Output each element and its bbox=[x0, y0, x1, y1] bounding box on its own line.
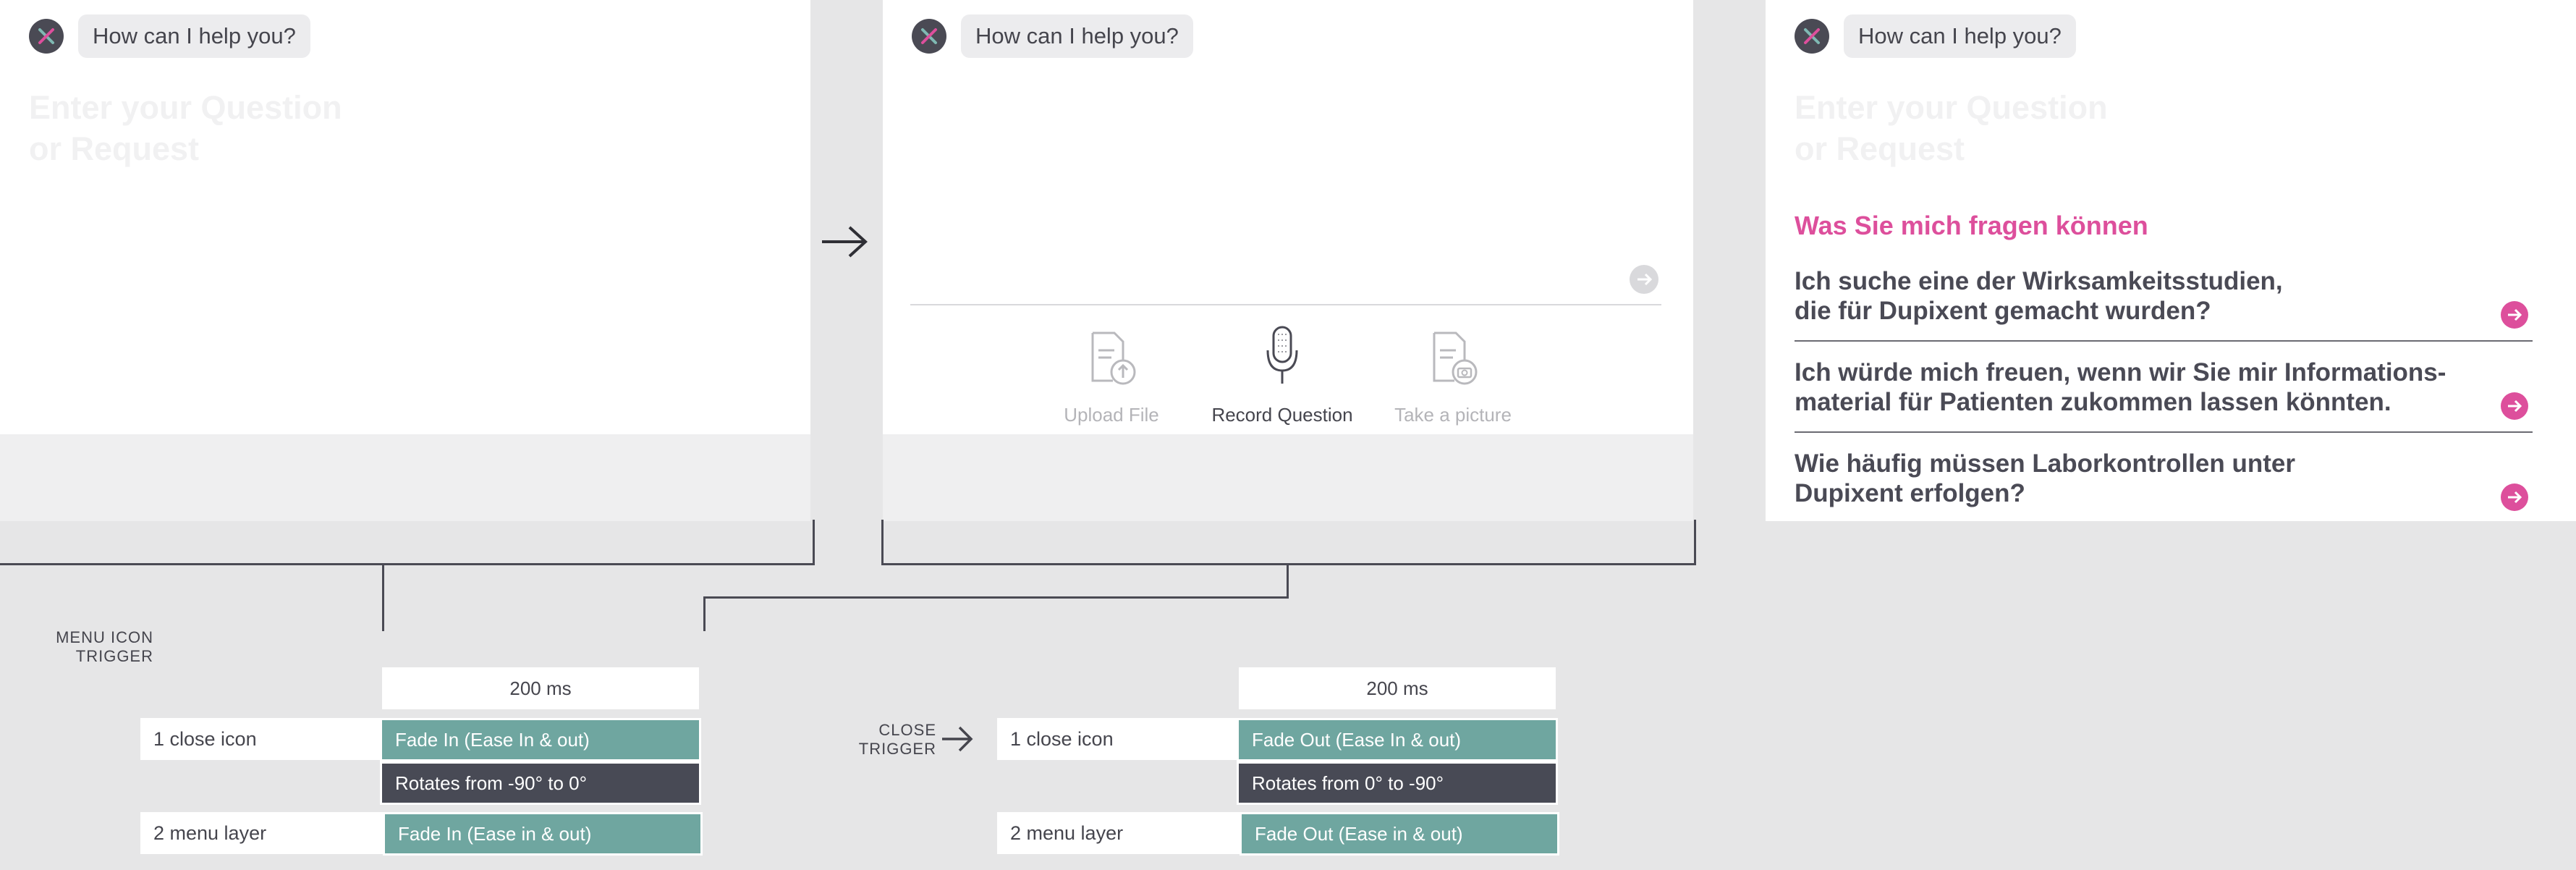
record-question-label: Record Question bbox=[1211, 404, 1353, 426]
panel-suggestions-state bbox=[1766, 0, 2576, 521]
suggestions-heading: Was Sie mich fragen können bbox=[1795, 211, 2148, 240]
placeholder-line-2: or Request bbox=[1795, 130, 1965, 167]
arrow-right-icon bbox=[2508, 308, 2522, 321]
bracket-panel-2-left bbox=[881, 520, 884, 565]
suggestion-line: Ich würde mich freuen, wenn wir Sie mir … bbox=[1795, 358, 2446, 387]
suggestion-line: material für Patienten zukommen lassen k… bbox=[1795, 388, 2391, 416]
suggestion-item[interactable]: Ich würde mich freuen, wenn wir Sie mir … bbox=[1795, 358, 2533, 417]
assistant-logo-icon[interactable] bbox=[29, 19, 64, 54]
record-question-button[interactable]: Record Question bbox=[1210, 324, 1355, 426]
greeting-bubble: How can I help you? bbox=[1844, 14, 2076, 58]
fade-out-bar: Fade Out (Ease In & out) bbox=[1237, 718, 1558, 761]
upload-file-icon bbox=[1091, 331, 1136, 385]
arrow-right-icon bbox=[2508, 400, 2522, 413]
menu-icon-trigger-label: MENU ICON TRIGGER bbox=[43, 628, 153, 666]
fade-out-bar: Fade Out (Ease in & out) bbox=[1240, 812, 1559, 856]
greeting-bubble: How can I help you? bbox=[961, 14, 1193, 58]
trigger-line: CLOSE bbox=[878, 721, 936, 739]
bracket-panel-2-right bbox=[1694, 520, 1696, 565]
bracket-panel-1 bbox=[0, 563, 815, 565]
panel-input-footer bbox=[883, 434, 1693, 521]
upload-file-button[interactable]: Upload File bbox=[1039, 324, 1184, 426]
assistant-logo-icon[interactable] bbox=[1795, 19, 1829, 54]
placeholder-line-1: Enter your Question bbox=[29, 89, 342, 126]
connector-horizontal bbox=[703, 596, 1289, 599]
upload-file-label: Upload File bbox=[1064, 404, 1159, 426]
greeting-bubble: How can I help you? bbox=[78, 14, 310, 58]
rotate-bar: Rotates from 0° to -90° bbox=[1237, 761, 1558, 805]
placeholder-line-2: or Request bbox=[29, 130, 200, 167]
suggestion-line: Ich suche eine der Wirksamkeitsstudien, bbox=[1795, 267, 2283, 295]
transition-arrow-icon bbox=[822, 226, 868, 258]
row-label-close-icon: 1 close icon bbox=[997, 718, 1239, 760]
take-picture-label: Take a picture bbox=[1394, 404, 1512, 426]
suggestion-divider bbox=[1795, 431, 2533, 433]
arrow-right-icon bbox=[2508, 491, 2522, 504]
rotate-bar: Rotates from -90° to 0° bbox=[380, 761, 701, 805]
send-button[interactable] bbox=[1630, 265, 1658, 294]
suggestion-line: Dupixent erfolgen? bbox=[1795, 479, 2025, 507]
fade-in-bar: Fade In (Ease In & out) bbox=[380, 718, 701, 761]
fade-in-bar: Fade In (Ease in & out) bbox=[383, 812, 703, 856]
arrow-right-icon bbox=[1637, 273, 1653, 286]
row-label-close-icon: 1 close icon bbox=[140, 718, 382, 760]
input-divider bbox=[910, 304, 1661, 305]
trigger-arrow-icon bbox=[942, 726, 973, 752]
microphone-icon bbox=[1266, 326, 1298, 384]
panel-open-state bbox=[0, 0, 810, 434]
camera-file-icon bbox=[1433, 331, 1478, 385]
suggestion-arrow-button[interactable] bbox=[2501, 483, 2528, 511]
suggestion-item[interactable]: Ich suche eine der Wirksamkeitsstudien, … bbox=[1795, 266, 2533, 326]
placeholder-line-1: Enter your Question bbox=[1795, 89, 2108, 126]
bracket-panel-1-right bbox=[813, 520, 815, 565]
question-input[interactable]: Enter your Question or Request bbox=[29, 87, 342, 169]
question-input[interactable]: Enter your Question or Request bbox=[1795, 87, 2108, 169]
row-label-menu-layer: 2 menu layer bbox=[997, 812, 1243, 854]
take-picture-button[interactable]: Take a picture bbox=[1381, 324, 1525, 426]
suggestion-arrow-button[interactable] bbox=[2501, 301, 2528, 329]
suggestion-line: Wie häufig müssen Laborkontrollen unter bbox=[1795, 449, 2295, 478]
close-trigger-label: CLOSE TRIGGER bbox=[839, 721, 936, 759]
row-label-menu-layer: 2 menu layer bbox=[140, 812, 386, 854]
bracket-panel-2 bbox=[881, 563, 1696, 565]
suggestion-divider bbox=[1795, 340, 2533, 342]
suggestion-line: die für Dupixent gemacht wurden? bbox=[1795, 297, 2211, 325]
trigger-line: MENU ICON bbox=[56, 628, 153, 646]
duration-label: 200 ms bbox=[382, 667, 699, 709]
bracket-panel-1-stem bbox=[382, 563, 384, 631]
panel-open-footer bbox=[0, 434, 810, 521]
assistant-logo-icon[interactable] bbox=[912, 19, 946, 54]
trigger-line: TRIGGER bbox=[75, 647, 153, 665]
connector-down bbox=[703, 596, 706, 631]
trigger-line: TRIGGER bbox=[858, 740, 936, 758]
suggestion-item[interactable]: Wie häufig müssen Laborkontrollen unter … bbox=[1795, 449, 2533, 508]
bracket-panel-2-stem bbox=[1287, 563, 1289, 599]
suggestion-arrow-button[interactable] bbox=[2501, 392, 2528, 420]
duration-label: 200 ms bbox=[1239, 667, 1556, 709]
